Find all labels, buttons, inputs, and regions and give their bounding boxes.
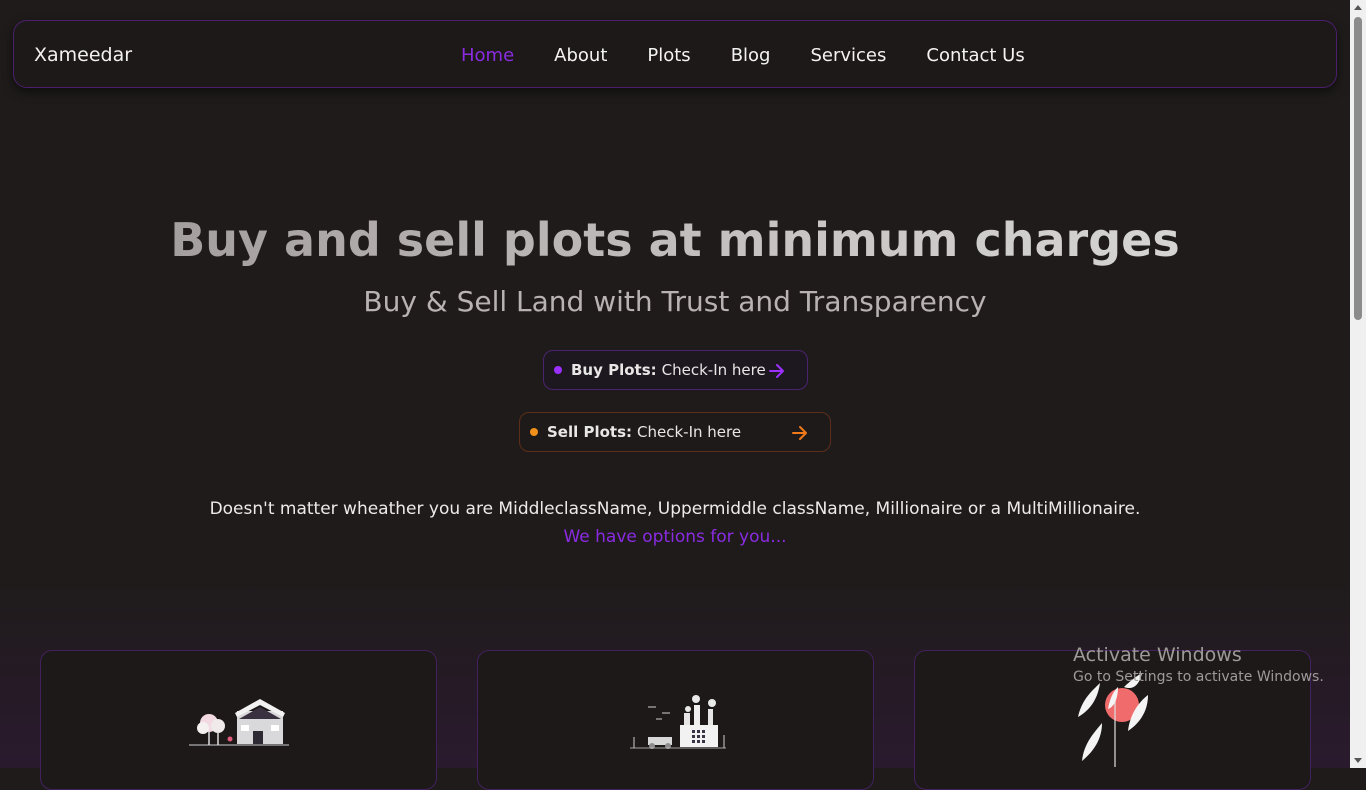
nav-link-plots[interactable]: Plots bbox=[647, 45, 690, 66]
scrollbar-thumb[interactable] bbox=[1354, 17, 1362, 320]
scroll-down-arrow-icon[interactable] bbox=[1350, 752, 1366, 768]
nav-link-home[interactable]: Home bbox=[461, 45, 514, 66]
factory-illustration bbox=[630, 695, 726, 749]
option-card-1[interactable] bbox=[40, 650, 437, 790]
buy-plots-label: Buy Plots: bbox=[571, 361, 657, 379]
sell-plots-button[interactable]: Sell Plots: Check-In here bbox=[519, 412, 831, 452]
leaves-sun-illustration bbox=[1078, 673, 1148, 767]
sell-plots-label: Sell Plots: bbox=[547, 423, 633, 441]
sell-plots-text: Check-In here bbox=[637, 423, 742, 441]
sell-status-dot bbox=[530, 428, 538, 436]
vertical-scrollbar[interactable] bbox=[1350, 0, 1366, 768]
arrow-right-icon bbox=[769, 364, 784, 378]
buy-status-dot bbox=[554, 366, 562, 374]
option-card-3[interactable] bbox=[914, 650, 1311, 790]
houses-illustration bbox=[189, 699, 289, 746]
hero-tagline: Doesn't matter wheather you are Middlecl… bbox=[209, 499, 1141, 519]
nav-link-services[interactable]: Services bbox=[810, 45, 886, 66]
buy-plots-text: Check-In here bbox=[661, 361, 766, 379]
nav-link-about[interactable]: About bbox=[554, 45, 607, 66]
buy-plots-button[interactable]: Buy Plots: Check-In here bbox=[543, 350, 808, 390]
nav-link-blog[interactable]: Blog bbox=[731, 45, 771, 66]
hero-tagline-accent: We have options for you... bbox=[563, 527, 787, 547]
nav-link-contact[interactable]: Contact Us bbox=[926, 45, 1024, 66]
nav-links: Home About Plots Blog Services Contact U… bbox=[461, 21, 1065, 89]
option-card-2[interactable] bbox=[477, 650, 874, 790]
navbar: Xameedar Home About Plots Blog Services … bbox=[13, 20, 1337, 88]
hero-title: Buy and sell plots at minimum charges bbox=[0, 210, 1350, 270]
hero-subtitle: Buy & Sell Land with Trust and Transpare… bbox=[363, 285, 987, 318]
brand-logo[interactable]: Xameedar bbox=[34, 21, 132, 89]
scroll-up-arrow-icon[interactable] bbox=[1350, 0, 1366, 16]
arrow-right-icon bbox=[792, 426, 807, 440]
